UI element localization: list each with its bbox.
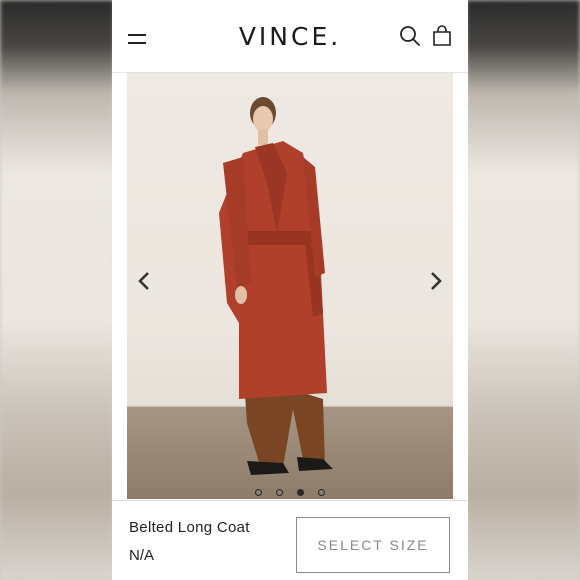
carousel-pagination bbox=[127, 483, 453, 496]
carousel-dot-active[interactable] bbox=[297, 489, 304, 496]
carousel-dot[interactable] bbox=[255, 489, 262, 496]
product-page: VINCE. Belted Long Coat N/A SELECT SIZE bbox=[112, 0, 468, 580]
blurred-backdrop-left bbox=[0, 0, 114, 580]
search-icon[interactable] bbox=[398, 24, 422, 48]
chevron-left-icon[interactable] bbox=[135, 269, 155, 293]
product-summary-bar: Belted Long Coat N/A SELECT SIZE bbox=[112, 500, 468, 580]
site-header: VINCE. bbox=[112, 0, 468, 73]
blurred-backdrop-right bbox=[466, 0, 580, 580]
shopping-bag-icon[interactable] bbox=[430, 24, 454, 48]
chevron-right-icon[interactable] bbox=[425, 269, 445, 293]
product-image-gallery[interactable] bbox=[127, 73, 453, 499]
product-price: N/A bbox=[129, 547, 155, 564]
carousel-dot[interactable] bbox=[318, 489, 325, 496]
select-size-button[interactable]: SELECT SIZE bbox=[296, 517, 450, 573]
carousel-dot[interactable] bbox=[276, 489, 283, 496]
product-name: Belted Long Coat bbox=[129, 519, 250, 536]
model-wearing-coat-image bbox=[219, 97, 333, 475]
